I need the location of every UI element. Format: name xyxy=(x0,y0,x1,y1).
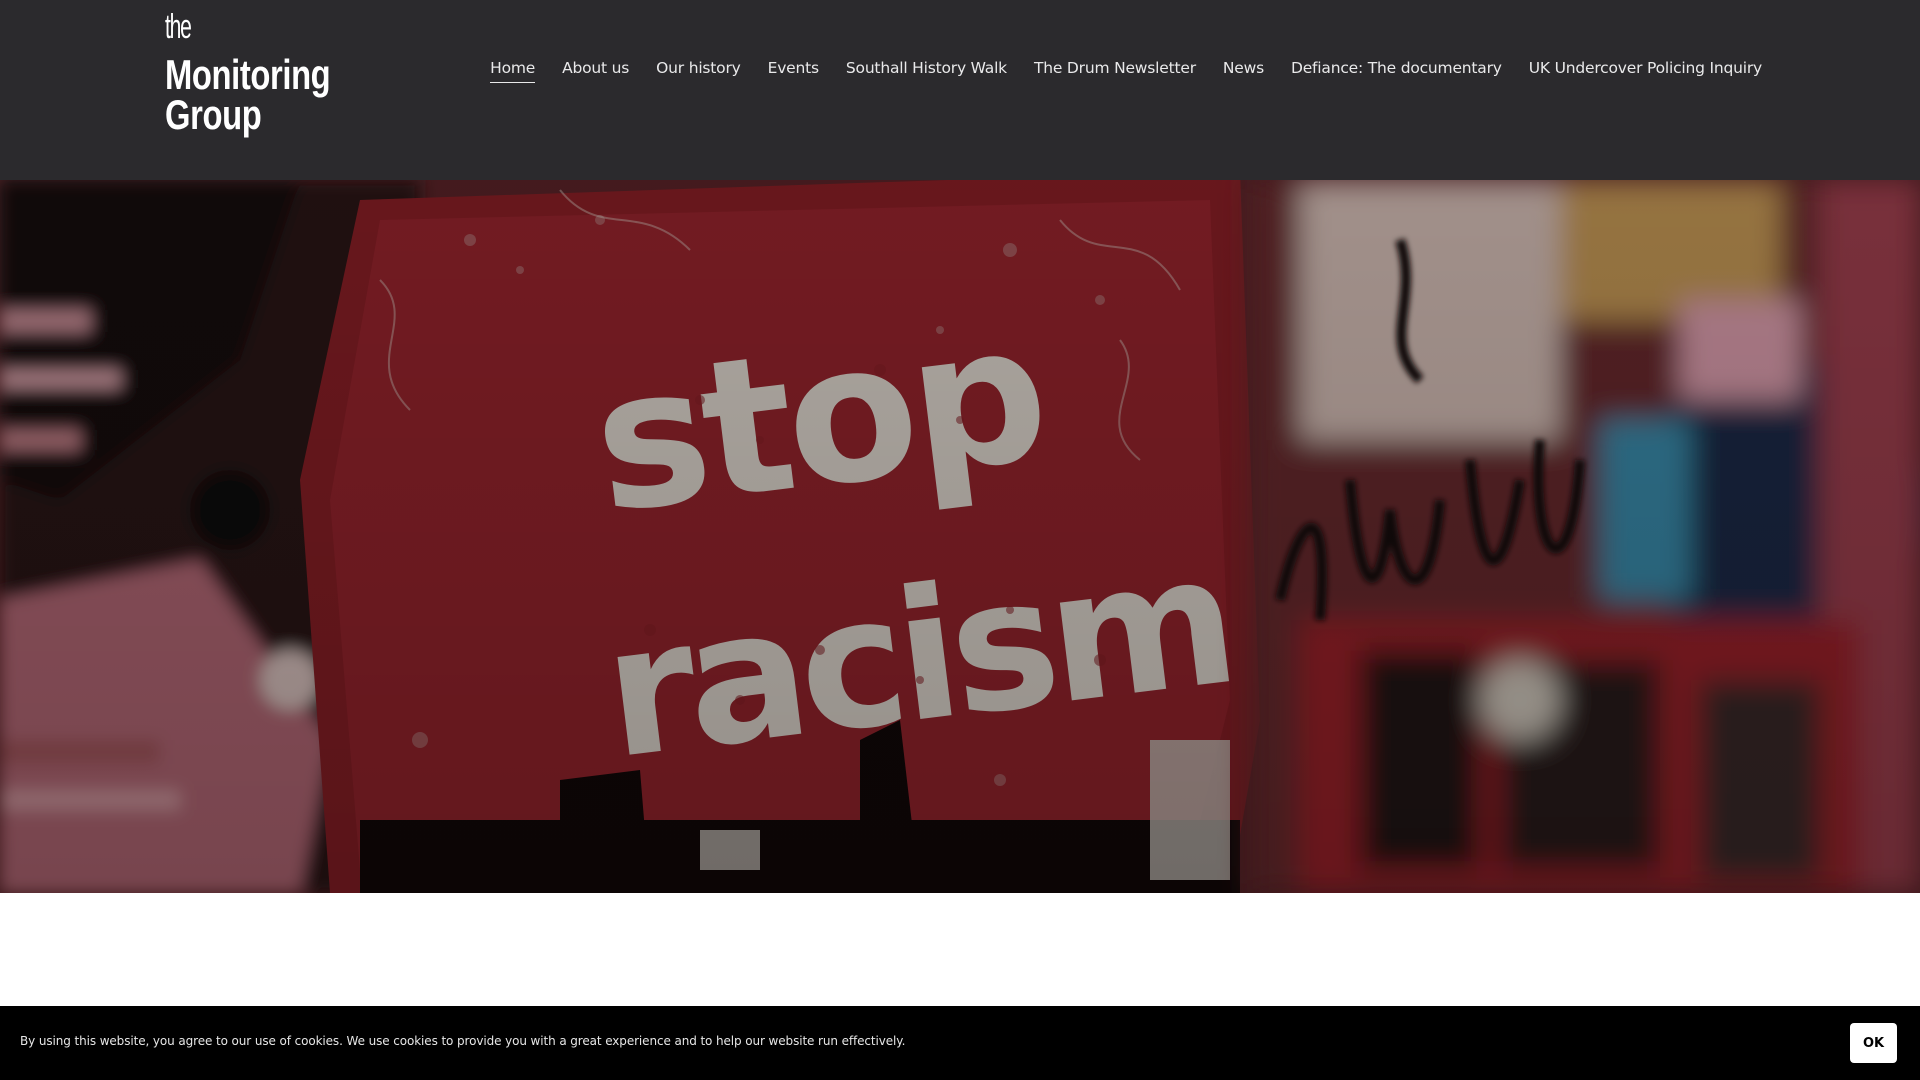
cookie-message: By using this website, you agree to our … xyxy=(20,1034,906,1048)
nav-item-southall-history-walk[interactable]: Southall History Walk xyxy=(846,58,1007,83)
nav-item-events[interactable]: Events xyxy=(768,58,819,83)
hero-graffiti-illustration: stop racism xyxy=(0,180,1920,893)
nav-item-defiance-documentary[interactable]: Defiance: The documentary xyxy=(1291,58,1502,83)
site-logo[interactable]: the Monitoring Group xyxy=(165,8,335,138)
cookie-banner: By using this website, you agree to our … xyxy=(0,1006,1920,1080)
logo-group-text: Group xyxy=(165,91,262,138)
nav-item-our-history[interactable]: Our history xyxy=(656,58,741,83)
logo-the-text: the xyxy=(165,8,192,46)
nav-item-home[interactable]: Home xyxy=(490,58,535,83)
nav-item-news[interactable]: News xyxy=(1223,58,1264,83)
logo-monitoring-text: Monitoring xyxy=(165,51,331,98)
nav-item-drum-newsletter[interactable]: The Drum Newsletter xyxy=(1034,58,1196,83)
site-header: the Monitoring Group Home About us Our h… xyxy=(0,0,1920,180)
main-nav: Home About us Our history Events Southal… xyxy=(463,58,1762,83)
cookie-ok-button[interactable]: OK xyxy=(1850,1023,1897,1063)
nav-item-about-us[interactable]: About us xyxy=(562,58,629,83)
nav-item-undercover-policing-inquiry[interactable]: UK Undercover Policing Inquiry xyxy=(1529,58,1762,83)
hero-image: stop racism xyxy=(0,180,1920,893)
